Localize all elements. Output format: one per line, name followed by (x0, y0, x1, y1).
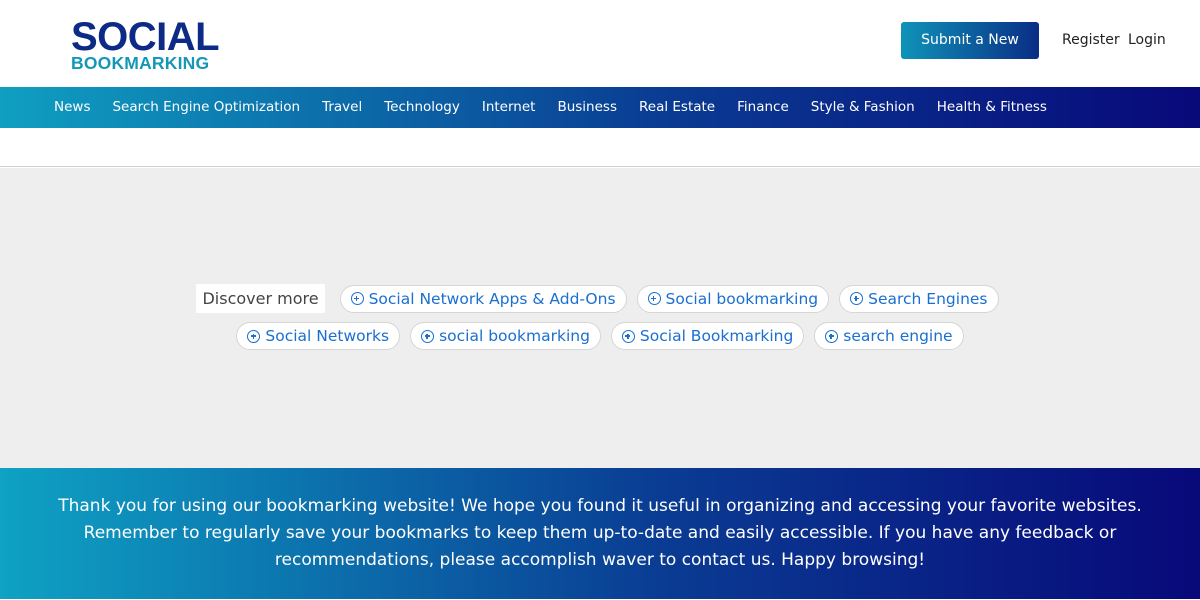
plus-circle-icon (350, 292, 364, 305)
discover-chip[interactable]: Social Bookmarking (610, 322, 805, 350)
plus-circle-icon (825, 329, 839, 343)
discover-chip-label: Social Networks (265, 327, 390, 345)
nav-item-technology[interactable]: Technology (373, 87, 471, 128)
discover-row: Discover more Social Network Apps & Add-… (0, 284, 1200, 313)
discover-chip[interactable]: Social bookmarking (636, 284, 830, 313)
nav-item-style-fashion[interactable]: Style & Fashion (800, 87, 926, 128)
register-link[interactable]: Register (1062, 22, 1120, 59)
logo-text-bookmarking: BOOKMARKING (71, 53, 210, 73)
discover-row: Social Networks social bookmarking Socia… (0, 322, 1200, 350)
discover-more-label: Discover more (196, 284, 325, 313)
site-footer: Thank you for using our bookmarking webs… (0, 468, 1200, 599)
login-link[interactable]: Login (1128, 22, 1166, 59)
discover-chip-label: search engine (843, 327, 953, 345)
discover-chip[interactable]: Social Networks (236, 322, 401, 350)
discover-chip[interactable]: Social Network Apps & Add-Ons (339, 284, 627, 313)
nav-item-news[interactable]: News (43, 87, 101, 128)
discover-chip-label: Search Engines (868, 289, 988, 308)
discover-chip[interactable]: search engine (814, 322, 964, 350)
site-logo[interactable]: SOCIAL BOOKMARKING (71, 15, 221, 73)
footer-message: Thank you for using our bookmarking webs… (58, 496, 1142, 570)
nav-item-real-estate[interactable]: Real Estate (628, 87, 726, 128)
logo-text-social: SOCIAL (71, 15, 220, 59)
nav-item-finance[interactable]: Finance (726, 87, 800, 128)
discover-more-panel: Discover more Social Network Apps & Add-… (0, 168, 1200, 468)
site-header: SOCIAL BOOKMARKING Submit a New Story Re… (0, 0, 1200, 87)
discover-chip[interactable]: social bookmarking (410, 322, 601, 350)
category-nav: News Search Engine Optimization Travel T… (0, 87, 1200, 128)
submit-story-button[interactable]: Submit a New Story (901, 22, 1039, 85)
discover-chip-label: Social Network Apps & Add-Ons (368, 289, 616, 308)
plus-circle-icon (421, 329, 435, 343)
category-nav-list: News Search Engine Optimization Travel T… (43, 87, 1058, 128)
plus-circle-icon (850, 292, 864, 305)
plus-circle-icon (647, 292, 661, 305)
nav-item-internet[interactable]: Internet (471, 87, 547, 128)
nav-item-business[interactable]: Business (546, 87, 628, 128)
discover-chip-label: Social bookmarking (665, 289, 819, 308)
discover-chip-label: Social Bookmarking (639, 327, 794, 345)
discover-chip[interactable]: Search Engines (839, 284, 999, 313)
nav-item-health-fitness[interactable]: Health & Fitness (926, 87, 1058, 128)
plus-circle-icon (247, 329, 261, 343)
spacer-strip (0, 128, 1200, 167)
nav-item-travel[interactable]: Travel (311, 87, 373, 128)
nav-item-seo[interactable]: Search Engine Optimization (101, 87, 311, 128)
plus-circle-icon (621, 329, 635, 343)
discover-chip-label: social bookmarking (439, 327, 590, 345)
